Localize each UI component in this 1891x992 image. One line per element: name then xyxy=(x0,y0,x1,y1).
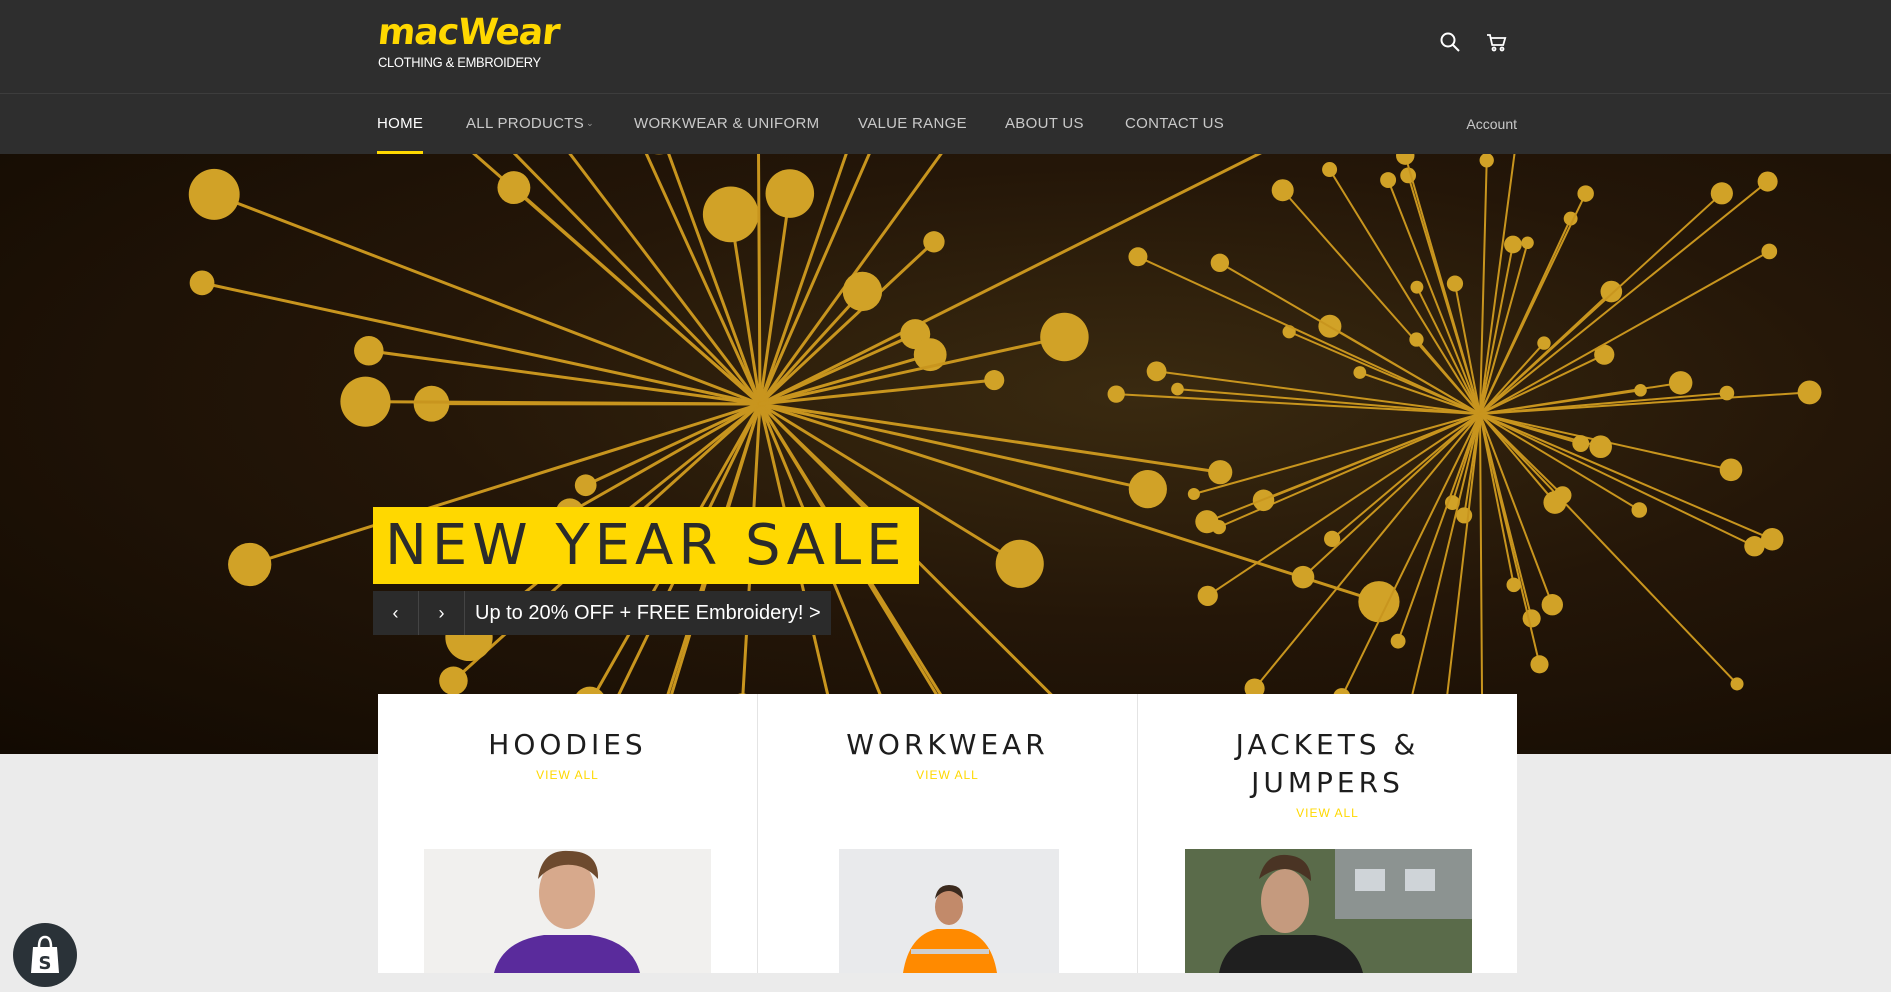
logo-wordmark: macWear xyxy=(376,14,530,52)
collection-workwear[interactable]: WORKWEAR VIEW ALL xyxy=(758,694,1138,973)
cart-icon[interactable] xyxy=(1485,30,1509,54)
nav-item-about-us[interactable]: ABOUT US xyxy=(1005,94,1084,154)
chevron-left-icon[interactable]: ‹ xyxy=(373,591,419,635)
nav-item-value-range[interactable]: VALUE RANGE xyxy=(858,94,967,154)
view-all-link[interactable]: VIEW ALL xyxy=(758,768,1137,782)
svg-text:S: S xyxy=(39,953,52,974)
collection-hoodies[interactable]: HOODIES VIEW ALL xyxy=(378,694,758,973)
nav-home-label: HOME xyxy=(377,115,423,132)
nav-item-all-products[interactable]: ALL PRODUCTS⌄ xyxy=(466,94,594,154)
collection-grid: HOODIES VIEW ALL WORKWEAR VIEW ALL JACKE… xyxy=(378,694,1517,973)
view-all-link[interactable]: VIEW ALL xyxy=(1138,806,1517,820)
nav-all-products-label: ALL PRODUCTS xyxy=(466,115,584,132)
search-icon[interactable] xyxy=(1438,30,1462,54)
site-header: macWear CLOTHING & EMBROIDERY xyxy=(0,0,1891,93)
account-link[interactable]: Account xyxy=(1466,94,1517,154)
collection-title: JACKETS & JUMPERS xyxy=(1138,726,1517,802)
nav-about-us-label: ABOUT US xyxy=(1005,115,1084,132)
workwear-product-image[interactable] xyxy=(839,849,1059,973)
collection-title: WORKWEAR xyxy=(758,726,1137,764)
nav-contact-us-label: CONTACT US xyxy=(1125,115,1224,132)
hero-slideshow: NEW YEAR SALE ‹ › Up to 20% OFF + FREE E… xyxy=(0,154,1891,754)
slideshow-controls: ‹ › xyxy=(373,591,465,635)
logo-tagline: CLOTHING & EMBROIDERY xyxy=(378,54,516,70)
fireworks-background-image xyxy=(0,154,1891,754)
chevron-down-icon: ⌄ xyxy=(586,118,594,128)
view-all-link[interactable]: VIEW ALL xyxy=(378,768,757,782)
main-navigation: HOME ALL PRODUCTS⌄ WORKWEAR & UNIFORM VA… xyxy=(0,93,1891,154)
jacket-product-image[interactable] xyxy=(1185,849,1472,973)
nav-item-workwear-uniform[interactable]: WORKWEAR & UNIFORM xyxy=(634,94,819,154)
collection-title: HOODIES xyxy=(378,726,757,764)
nav-item-contact-us[interactable]: CONTACT US xyxy=(1125,94,1224,154)
site-logo[interactable]: macWear CLOTHING & EMBROIDERY xyxy=(378,14,528,78)
collection-jackets-jumpers[interactable]: JACKETS & JUMPERS VIEW ALL xyxy=(1138,694,1517,973)
chevron-right-icon[interactable]: › xyxy=(419,591,465,635)
nav-item-home[interactable]: HOME xyxy=(377,94,423,154)
nav-workwear-label: WORKWEAR & UNIFORM xyxy=(634,115,819,132)
nav-value-range-label: VALUE RANGE xyxy=(858,115,967,132)
hoodie-product-image[interactable] xyxy=(424,849,711,973)
shopify-bag-icon[interactable]: S xyxy=(13,923,77,987)
hero-title: NEW YEAR SALE xyxy=(373,507,919,584)
hero-cta-link[interactable]: Up to 20% OFF + FREE Embroidery! > xyxy=(465,591,831,635)
